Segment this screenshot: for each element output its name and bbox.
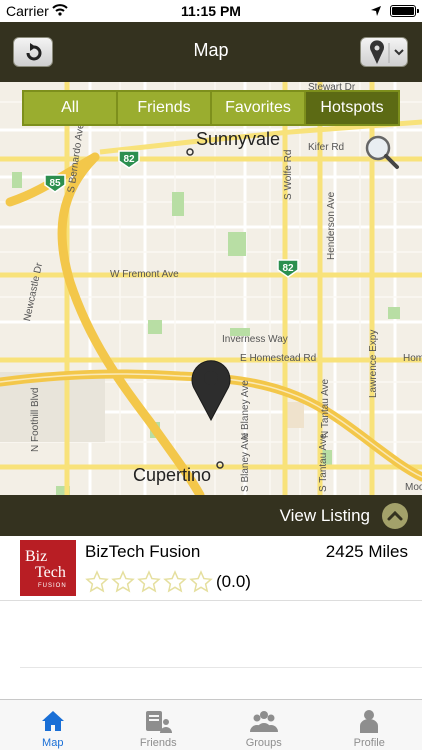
map-pin-marker[interactable] bbox=[189, 358, 233, 422]
page-title: Map bbox=[193, 40, 229, 60]
listing-list-empty bbox=[0, 601, 422, 699]
street-label: Henderson Ave bbox=[326, 191, 337, 260]
list-divider bbox=[20, 667, 422, 668]
street-label: Inverness Way bbox=[222, 334, 288, 345]
star-outline-icon bbox=[111, 570, 135, 593]
svg-text:82: 82 bbox=[282, 263, 294, 274]
star-outline-icon bbox=[189, 570, 213, 593]
street-label: N Blaney Ave bbox=[240, 380, 251, 440]
distance-label: 2425 Miles bbox=[325, 542, 408, 561]
search-icon[interactable] bbox=[364, 134, 400, 170]
tab-map[interactable]: Map bbox=[0, 700, 106, 750]
street-label: E Homestead Rd bbox=[240, 353, 317, 364]
street-label: S Blaney Ave bbox=[240, 432, 251, 492]
star-outline-icon bbox=[163, 570, 187, 593]
filter-friends[interactable]: Friends bbox=[118, 92, 212, 124]
rating-value: (0.0) bbox=[216, 572, 251, 591]
status-time: 11:15 PM bbox=[181, 3, 241, 19]
location-arrow-icon bbox=[371, 6, 381, 16]
chevron-up-icon[interactable] bbox=[382, 503, 408, 529]
star-outline-icon bbox=[137, 570, 161, 593]
filter-hotspots[interactable]: Hotspots bbox=[306, 92, 398, 124]
location-pin-icon bbox=[370, 40, 404, 64]
street-label: S Wolfe Rd bbox=[283, 149, 294, 200]
street-label: Hom bbox=[403, 353, 422, 364]
street-label: N Tantau Ave bbox=[320, 378, 331, 438]
svg-text:82: 82 bbox=[123, 154, 135, 165]
star-outline-icon bbox=[85, 570, 109, 593]
listing-row[interactable]: Biz Tech FUSION BizTech Fusion 2425 Mile… bbox=[0, 536, 422, 601]
status-bar: Carrier 11:15 PM bbox=[0, 0, 422, 22]
view-listing-label: View Listing bbox=[279, 506, 370, 525]
city-label: Cupertino bbox=[133, 465, 212, 485]
business-logo: Biz Tech FUSION bbox=[20, 540, 76, 596]
location-filter-button[interactable] bbox=[360, 37, 408, 67]
filter-all[interactable]: All bbox=[24, 92, 118, 124]
street-label: N Foothill Blvd bbox=[30, 387, 41, 452]
street-label: W Fremont Ave bbox=[110, 269, 179, 280]
tab-groups[interactable]: Groups bbox=[211, 700, 317, 750]
view-listing-bar[interactable]: View Listing bbox=[0, 495, 422, 536]
street-label: Lawrence Expy bbox=[368, 329, 379, 398]
star-rating bbox=[85, 570, 213, 594]
street-label: Moo bbox=[405, 482, 422, 493]
svg-text:85: 85 bbox=[49, 178, 61, 189]
groups-icon bbox=[249, 711, 278, 732]
tab-profile[interactable]: Profile bbox=[317, 700, 422, 750]
friends-icon bbox=[146, 711, 173, 733]
map-view[interactable]: 85 82 82 280 Stewart Dr Kifer Rd S Berna… bbox=[0, 82, 422, 495]
business-name: BizTech Fusion bbox=[85, 542, 201, 561]
tab-friends[interactable]: Friends bbox=[106, 700, 212, 750]
street-label: S Tantau Ave bbox=[318, 433, 329, 492]
tab-bar: Map Friends Groups Profile bbox=[0, 699, 422, 750]
filter-favorites[interactable]: Favorites bbox=[212, 92, 306, 124]
nav-bar: Map bbox=[0, 22, 422, 82]
home-icon bbox=[41, 711, 64, 731]
battery-icon bbox=[390, 5, 419, 17]
filter-segmented-control: All Friends Favorites Hotspots bbox=[22, 90, 400, 126]
city-label: Sunnyvale bbox=[196, 129, 281, 149]
street-label: Kifer Rd bbox=[308, 142, 345, 153]
profile-icon bbox=[360, 710, 379, 733]
